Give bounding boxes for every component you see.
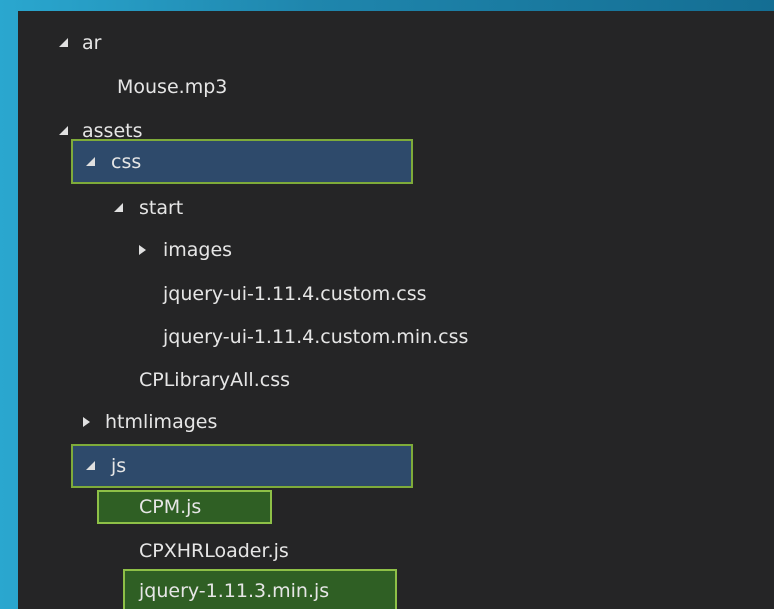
tree-file-jquery-min-js[interactable]: jquery-1.11.3.min.js [18, 569, 774, 609]
tree-item-label: js [111, 455, 127, 477]
expanded-arrow-icon[interactable] [84, 140, 96, 184]
expanded-arrow-icon[interactable] [84, 444, 96, 488]
tree-item-label: Mouse.mp3 [117, 76, 228, 98]
tree-item-label: jquery-ui-1.11.4.custom.min.css [163, 326, 469, 348]
expanded-arrow-icon[interactable] [57, 21, 69, 65]
tree-item-label: CPXHRLoader.js [139, 540, 289, 562]
tree-item-label: images [163, 239, 233, 261]
collapsed-arrow-icon[interactable] [80, 400, 92, 444]
tree-file-cpm-js[interactable]: CPM.js [18, 485, 774, 529]
tree-file-jquery-ui-css[interactable]: jquery-ui-1.11.4.custom.css [18, 272, 774, 316]
tree-item-label: css [111, 151, 142, 173]
tree-file-mouse-mp3[interactable]: Mouse.mp3 [18, 65, 774, 109]
tree-folder-ar[interactable]: ar [18, 21, 774, 65]
tree-folder-css[interactable]: css [18, 140, 774, 184]
tree-file-cplibraryall-css[interactable]: CPLibraryAll.css [18, 358, 774, 402]
tree-folder-htmlimages[interactable]: htmlimages [18, 400, 774, 444]
tree-item-label: htmlimages [105, 411, 218, 433]
tree-item-label: CPLibraryAll.css [139, 369, 290, 391]
collapsed-arrow-icon[interactable] [136, 228, 148, 272]
file-explorer-tree: ar Mouse.mp3 assets css start images jqu… [18, 11, 774, 609]
tree-file-jquery-ui-min-css[interactable]: jquery-ui-1.11.4.custom.min.css [18, 315, 774, 359]
tree-item-label: CPM.js [139, 496, 202, 518]
tree-item-label: jquery-1.11.3.min.js [139, 580, 330, 602]
tree-folder-js[interactable]: js [18, 444, 774, 488]
expanded-arrow-icon[interactable] [112, 186, 124, 230]
tree-item-label: jquery-ui-1.11.4.custom.css [163, 283, 427, 305]
tree-item-label: ar [82, 32, 102, 54]
tree-file-cpxhrloader-js[interactable]: CPXHRLoader.js [18, 529, 774, 573]
tree-item-label: start [139, 197, 184, 219]
tree-folder-start[interactable]: start [18, 186, 774, 230]
tree-folder-images[interactable]: images [18, 228, 774, 272]
